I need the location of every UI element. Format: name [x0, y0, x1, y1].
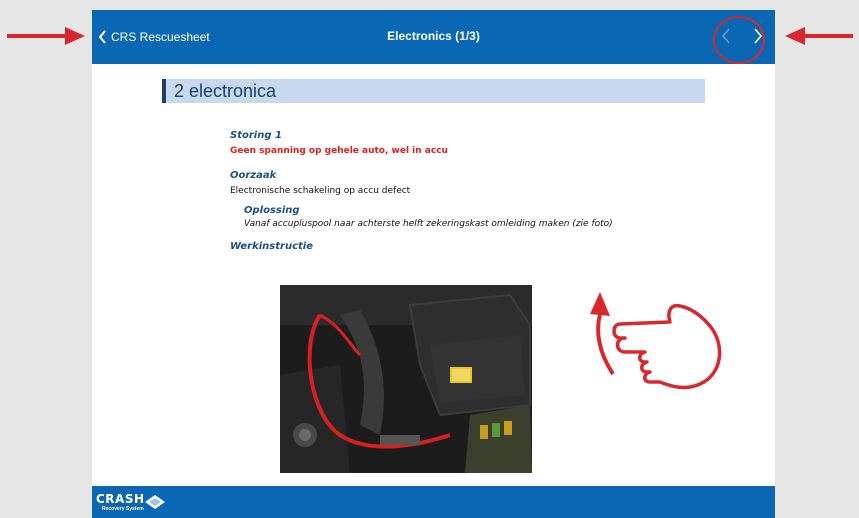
annotation-circle — [713, 16, 765, 64]
crash-logo: CRASH Recovery System — [96, 490, 166, 514]
oplossing-block: Oplossing Vanaf accupluspool naar achter… — [230, 205, 680, 229]
annotation-arrow-left — [7, 27, 85, 45]
logo-subtitle: Recovery System — [102, 506, 144, 512]
storing-text: Geen spanning op gehele auto, wel in acc… — [230, 146, 448, 156]
page-title: Electronics (1/3) — [387, 29, 480, 43]
footer-bar: CRASH Recovery System — [92, 486, 775, 518]
logo-diamond-icon — [145, 495, 165, 509]
oplossing-text: Vanaf accupluspool naar achterste helft … — [244, 219, 613, 229]
section-header: 2 electronica — [162, 79, 705, 103]
annotation-arrow-right — [785, 27, 853, 45]
oorzaak-heading: Oorzaak — [230, 170, 277, 181]
oplossing-heading: Oplossing — [244, 205, 300, 216]
navigation-bar: CRS Rescuesheet Electronics (1/3) — [92, 10, 775, 64]
app-window: CRS Rescuesheet Electronics (1/3) 2 elec… — [92, 10, 775, 518]
swipe-hand-icon — [590, 292, 722, 390]
document-page[interactable]: 2 electronica Storing 1 Geen spanning op… — [92, 64, 775, 486]
section-title: 2 electronica — [174, 80, 277, 101]
oorzaak-text: Electronische schakeling op accu defect — [230, 186, 411, 196]
document-body: Storing 1 Geen spanning op gehele auto, … — [230, 130, 680, 252]
engine-bay-photo — [280, 285, 532, 473]
storing-heading: Storing 1 — [230, 130, 282, 141]
werkinstructie-heading: Werkinstructie — [230, 241, 314, 252]
logo-wordmark: CRASH — [96, 492, 145, 506]
